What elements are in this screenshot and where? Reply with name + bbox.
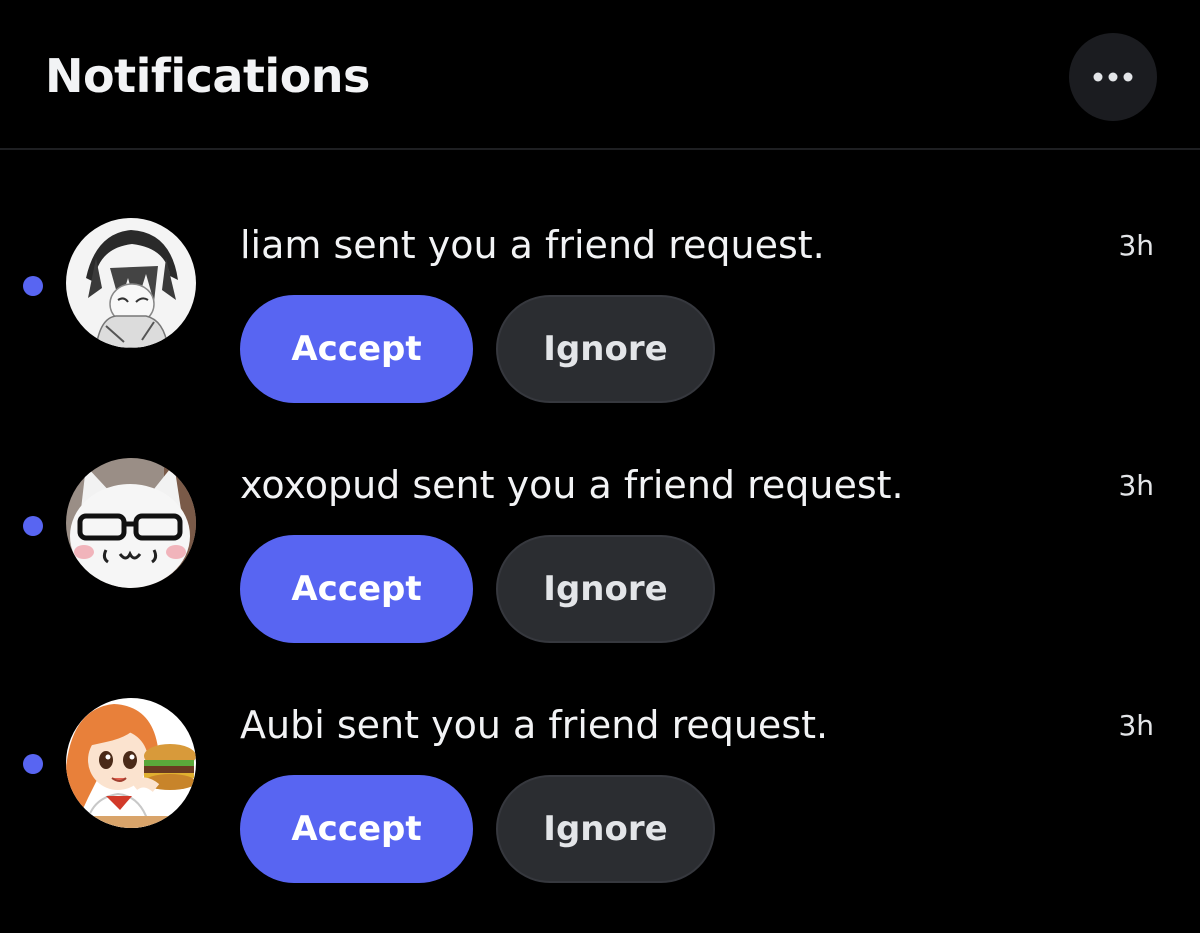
more-horizontal-icon: [1093, 72, 1133, 82]
notification-item: Aubi sent you a friend request. 3h Accep…: [0, 680, 1200, 883]
ignore-button[interactable]: Ignore: [496, 775, 715, 883]
ignore-button[interactable]: Ignore: [496, 295, 715, 403]
notification-item: xoxopud sent you a friend request. 3h Ac…: [0, 440, 1200, 643]
notification-time: 3h: [1118, 469, 1154, 502]
ignore-button[interactable]: Ignore: [496, 535, 715, 643]
unread-indicator: [23, 276, 43, 296]
notification-item: liam sent you a friend request. 3h Accep…: [0, 200, 1200, 403]
accept-button[interactable]: Accept: [240, 295, 473, 403]
unread-indicator: [23, 516, 43, 536]
notification-message: liam sent you a friend request.: [240, 223, 825, 267]
avatar-image: [66, 698, 196, 828]
header: Notifications: [0, 0, 1200, 150]
unread-indicator: [23, 754, 43, 774]
avatar-image: [66, 218, 196, 348]
avatar[interactable]: [66, 218, 196, 348]
notification-time: 3h: [1118, 229, 1154, 262]
notification-time: 3h: [1118, 709, 1154, 742]
accept-button[interactable]: Accept: [240, 775, 473, 883]
avatar[interactable]: [66, 458, 196, 588]
avatar-image: [66, 458, 196, 588]
avatar[interactable]: [66, 698, 196, 828]
accept-button[interactable]: Accept: [240, 535, 473, 643]
page-title: Notifications: [45, 49, 370, 103]
notification-message: Aubi sent you a friend request.: [240, 703, 829, 747]
more-options-button[interactable]: [1069, 33, 1157, 121]
notification-message: xoxopud sent you a friend request.: [240, 463, 904, 507]
